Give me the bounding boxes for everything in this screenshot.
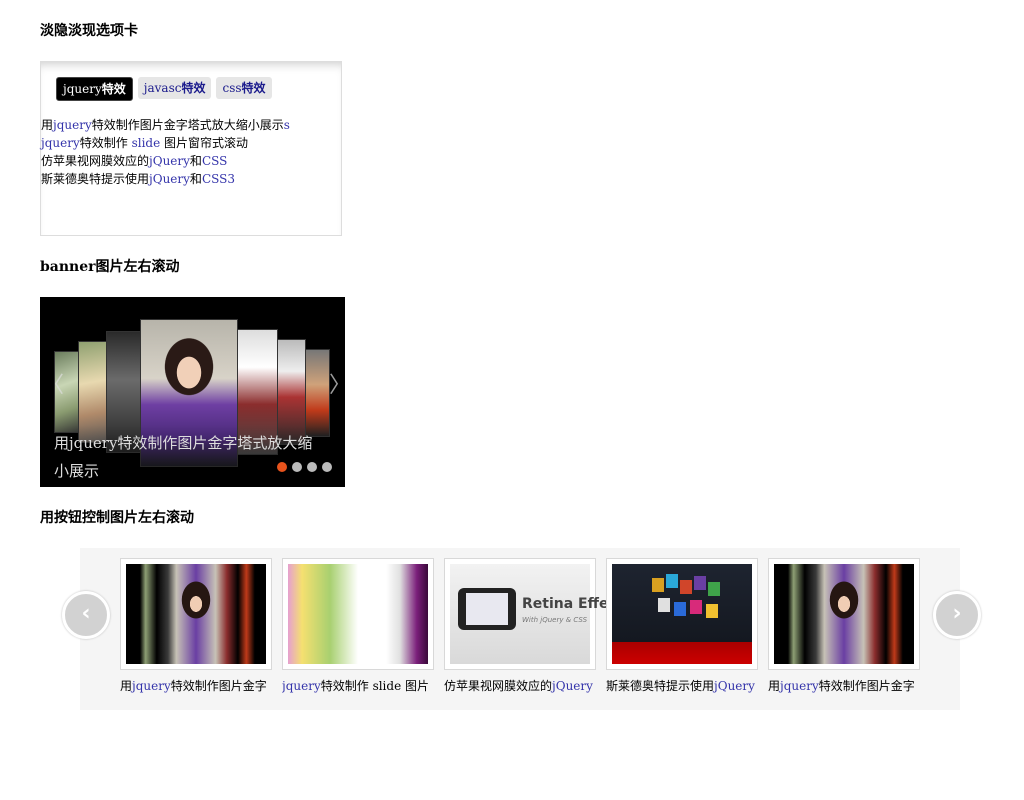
carousel-section-title: 用按钮控制图片左右滚动 — [40, 510, 194, 526]
banner-slider[interactable]: 〈 〉 用jquery特效制作图片金字塔式放大缩小展示 — [40, 297, 345, 487]
carousel-card[interactable]: 用jquery特效制作图片金字 — [120, 558, 272, 694]
link-text-en: jQuery — [149, 154, 190, 168]
card-caption[interactable]: 仿苹果视网膜效应的jQuery — [444, 678, 596, 694]
link-text-en: jQuery — [149, 172, 190, 186]
app-tile — [694, 576, 706, 590]
caption-text: 用 — [120, 679, 133, 693]
carousel-card[interactable]: jquery特效制作 slide 图片 — [282, 558, 434, 694]
list-item: 仿苹果视网膜效应的jQuery和CSS — [41, 152, 290, 170]
caption-text: 特效制作图片金字 — [818, 679, 915, 693]
retina-subtitle: With jQuery & CSS — [522, 616, 588, 624]
card-caption[interactable]: 斯莱德奥特提示使用jQuery — [606, 678, 758, 694]
card-frame — [282, 558, 434, 670]
link-text-en: jquery — [53, 118, 92, 132]
card-thumbnail[interactable] — [612, 564, 752, 664]
carousel-card[interactable]: 用jquery特效制作图片金字 — [768, 558, 920, 694]
link-text-en: jquery — [41, 136, 80, 150]
banner-dot-1[interactable] — [277, 462, 287, 472]
card-caption[interactable]: 用jquery特效制作图片金字 — [768, 678, 920, 694]
list-item: 用jquery特效制作图片金字塔式放大缩小展示s — [41, 116, 290, 134]
tab-link-1[interactable]: 用jquery特效制作图片金字塔式放大缩小展示s — [41, 118, 290, 132]
app-tile — [658, 598, 670, 612]
card-thumbnail[interactable]: Retina Effect With jQuery & CSS — [450, 564, 623, 664]
link-text: 仿苹果视网膜效应的 — [41, 154, 150, 168]
tab-jquery-latin: jquery — [63, 82, 102, 96]
link-text: 斯莱德奥特提示使用 — [41, 172, 150, 186]
tab-jquery[interactable]: jquery特效 — [56, 77, 133, 101]
list-item: 斯莱德奥特提示使用jQuery和CSS3 — [41, 170, 290, 188]
button-carousel: ‹ 用jquery特效制作图片金字 jquery特效制作 slide 图片 Re… — [62, 548, 981, 710]
link-text-en: CSS — [201, 154, 228, 168]
tab-link-3[interactable]: 仿苹果视网膜效应的jQuery和CSS — [41, 154, 227, 168]
link-text: 特效制作 — [79, 136, 132, 150]
app-tile — [652, 578, 664, 592]
tab-css-cjk: 特效 — [241, 81, 266, 95]
app-tile — [666, 574, 678, 588]
caption-text-en: jQuery — [714, 679, 755, 693]
caption-text-en: jquery — [282, 679, 321, 693]
caption-text: 仿苹果视网膜效应的 — [444, 679, 553, 693]
caption-text: 斯莱德奥特提示使用 — [606, 679, 715, 693]
card-frame — [768, 558, 920, 670]
banner-next-arrow-icon[interactable]: 〉 — [329, 373, 345, 399]
carousel-card[interactable]: 斯莱德奥特提示使用jQuery — [606, 558, 758, 694]
tab-javascript[interactable]: javasc特效 — [137, 77, 212, 99]
link-text: 图片窗帘式滚动 — [160, 136, 249, 150]
fade-tab-box: jquery特效 javasc特效 css特效 用jquery特效制作图片金字塔… — [40, 61, 342, 236]
tab-jquery-cjk: 特效 — [101, 82, 126, 96]
tab-css[interactable]: css特效 — [216, 77, 272, 99]
link-text: 用 — [41, 118, 54, 132]
app-tile — [680, 580, 692, 594]
card-frame — [120, 558, 272, 670]
link-text: 和 — [189, 154, 202, 168]
card-thumbnail[interactable] — [774, 564, 914, 664]
banner-dot-3[interactable] — [307, 462, 317, 472]
tabs-section-title: 淡隐淡现选项卡 — [40, 23, 138, 39]
carousel-card[interactable]: Retina Effect With jQuery & CSS 仿苹果视网膜效应… — [444, 558, 623, 694]
banner-caption[interactable]: 用jquery特效制作图片金字塔式放大缩小展示 — [54, 429, 324, 485]
caption-text-en: jquery — [780, 679, 819, 693]
caption-text: 特效制作图片金字 — [170, 679, 267, 693]
app-tile — [690, 600, 702, 614]
caption-text: 特效制作 slide 图片 — [320, 679, 429, 693]
link-text-en: CSS3 — [201, 172, 235, 186]
caption-text-en: jQuery — [552, 679, 593, 693]
carousel-next-button[interactable]: › — [933, 591, 981, 639]
caption-text-en: jquery — [132, 679, 171, 693]
app-tile — [674, 602, 686, 616]
banner-prev-arrow-icon[interactable]: 〈 — [42, 373, 64, 399]
link-text: 特效制作图片金字塔式放大缩小展示 — [91, 118, 284, 132]
tab-css-latin: css — [222, 81, 242, 95]
slide-photo — [302, 349, 330, 437]
card-thumbnail[interactable] — [288, 564, 428, 664]
card-frame — [606, 558, 758, 670]
caption-text: 用 — [768, 679, 781, 693]
tab-javascript-cjk: 特效 — [181, 81, 206, 95]
tab-link-2[interactable]: jquery特效制作 slide 图片窗帘式滚动 — [41, 136, 248, 150]
phone-graphic — [458, 588, 516, 630]
card-caption[interactable]: jquery特效制作 slide 图片 — [282, 678, 434, 694]
tab-link-4[interactable]: 斯莱德奥特提示使用jQuery和CSS3 — [41, 172, 235, 186]
card-thumbnail[interactable] — [126, 564, 266, 664]
carousel-prev-button[interactable]: ‹ — [62, 591, 110, 639]
banner-dot-2[interactable] — [292, 462, 302, 472]
tab-javascript-latin: javasc — [143, 81, 182, 95]
banner-dot-4[interactable] — [322, 462, 332, 472]
link-text-en: slide — [131, 136, 161, 150]
tab-content-list: 用jquery特效制作图片金字塔式放大缩小展示s jquery特效制作 slid… — [41, 116, 290, 188]
banner-pagination — [277, 462, 337, 474]
banner-section-title: banner图片左右滚动 — [40, 259, 180, 275]
card-caption[interactable]: 用jquery特效制作图片金字 — [120, 678, 272, 694]
list-item: jquery特效制作 slide 图片窗帘式滚动 — [41, 134, 290, 152]
app-tile — [708, 582, 720, 596]
app-tile — [706, 604, 718, 618]
link-text-en: s — [283, 118, 290, 132]
link-text: 和 — [189, 172, 202, 186]
card-frame: Retina Effect With jQuery & CSS — [444, 558, 623, 670]
tab-bar: jquery特效 javasc特效 css特效 — [56, 77, 277, 101]
